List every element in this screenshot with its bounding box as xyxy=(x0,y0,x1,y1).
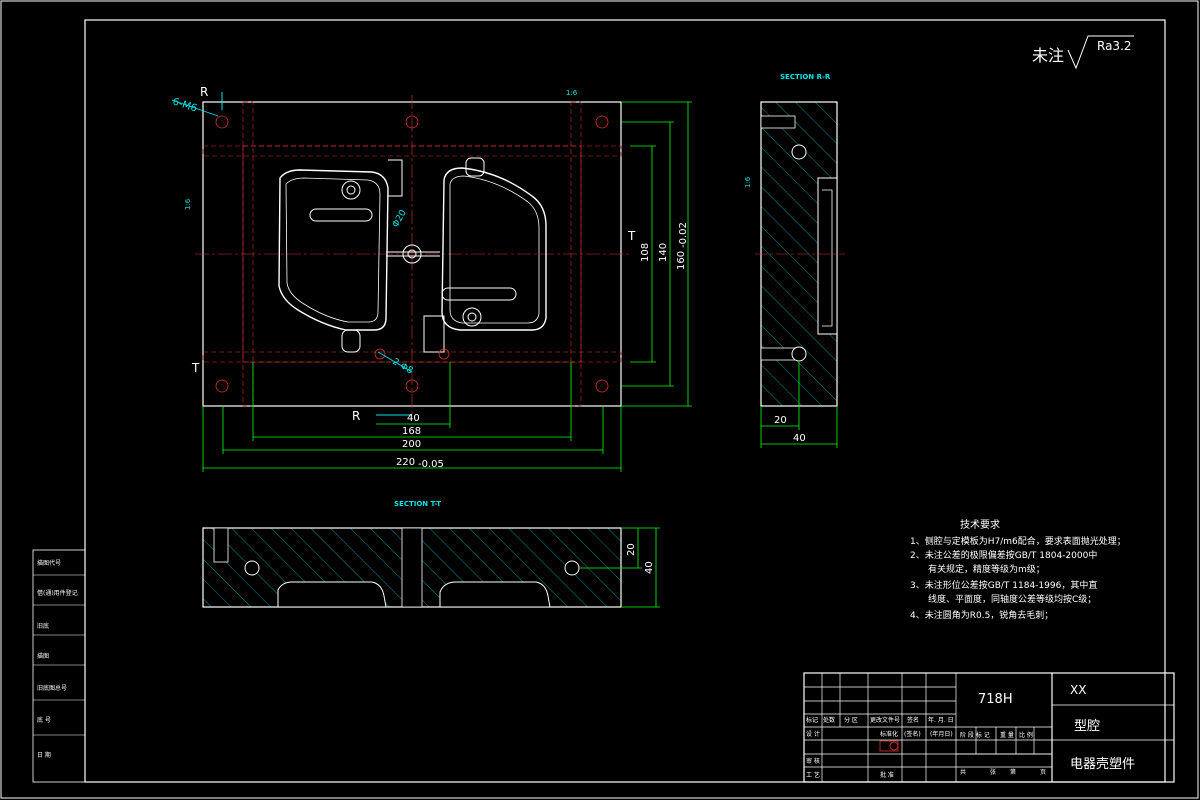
tb-company: XX xyxy=(1070,683,1086,697)
dim-40: 40 xyxy=(407,413,420,424)
tb-sheet: 共 xyxy=(960,768,966,776)
tb-signature: (签名) xyxy=(904,730,921,738)
strip-text: 日 期 xyxy=(37,751,51,759)
tb-sheet: 页 xyxy=(1040,769,1046,776)
note-item: 4、未注圆角为R0.5，锐角去毛刺； xyxy=(910,609,1053,621)
tb-row: 设 计 xyxy=(806,730,820,738)
notes-title: 技术要求 xyxy=(960,518,1000,531)
callout-holes: 6-M6 xyxy=(171,96,198,114)
surface-roughness-note: 未注 Ra3.2 xyxy=(1032,35,1134,70)
dim-140: 140 xyxy=(658,243,669,262)
dim-tt-20: 20 xyxy=(626,543,637,556)
section-rr-title: SECTION R-R xyxy=(780,73,831,81)
dim-tt-40: 40 xyxy=(644,561,655,574)
cavity-section xyxy=(817,177,838,335)
note-item: 2、未注公差的极限偏差按GB/T 1804-2000中 xyxy=(910,549,1097,561)
section-rr: SECTION R-R 20 40 1:6 xyxy=(744,73,845,448)
tb-header: 分 区 xyxy=(844,716,858,724)
technical-notes: 技术要求 1、侧腔与定模板为H7/m6配合，要求表面抛光处理； 2、未注公差的极… xyxy=(910,518,1126,621)
dim-168: 168 xyxy=(402,426,421,437)
callout-dia20: Φ20 xyxy=(391,208,409,229)
dim-160: 160 xyxy=(676,251,687,270)
tb-stage: 阶 段 标 记 xyxy=(960,731,990,739)
tb-material: 718H xyxy=(978,692,1013,707)
tb-part-name: 电器壳塑件 xyxy=(1070,757,1135,772)
surface-label: 未注 xyxy=(1032,46,1064,65)
dim-200: 200 xyxy=(402,439,421,450)
tb-sheet: 第 xyxy=(1010,768,1016,776)
tb-header: 更改文件号 xyxy=(870,716,900,724)
section-tt: SECTION T-T 20 40 xyxy=(202,500,660,608)
cavity-right xyxy=(441,167,547,331)
strip-text: 描图 xyxy=(37,652,49,660)
left-strip: 描图代号 借(通)用件登记 旧底 描图 旧底图总号 底 号 日 期 xyxy=(32,549,86,783)
cut-label-r-bottom: R xyxy=(352,409,360,423)
cavity-left xyxy=(278,169,389,331)
tb-row: 工 艺 xyxy=(806,771,820,779)
strip-text: 借(通)用件登记 xyxy=(37,589,78,597)
tb-date: (年月日) xyxy=(930,730,953,738)
cad-drawing-canvas: 描图代号 借(通)用件登记 旧底 描图 旧底图总号 底 号 日 期 未注 Ra3… xyxy=(0,0,1199,799)
note-item: 1、侧腔与定模板为H7/m6配合，要求表面抛光处理； xyxy=(910,535,1126,547)
dim-side-20: 20 xyxy=(774,415,787,426)
projection-symbol xyxy=(879,740,899,752)
strip-text: 底 号 xyxy=(37,716,51,724)
callout-slope: 1:6 xyxy=(566,89,578,97)
tb-header: 签名 xyxy=(907,716,919,724)
cavity-right-section xyxy=(439,581,551,608)
tb-weight: 重 量 xyxy=(1000,731,1014,739)
cavity-left-section xyxy=(277,581,387,608)
tb-part-type: 型腔 xyxy=(1074,719,1100,734)
tb-standard: 标准化 xyxy=(880,730,898,738)
dimension-lines xyxy=(202,101,692,472)
dim-side-40: 40 xyxy=(793,433,806,444)
note-item: 3、未注形位公差按GB/T 1184-1996，其中直 xyxy=(910,579,1097,591)
inner-frame xyxy=(84,19,1166,783)
tb-sheet: 张 xyxy=(990,768,996,776)
note-item: 线度、平面度，同轴度公差等级均按C级； xyxy=(928,593,1096,605)
dim-220: 220 xyxy=(396,457,415,468)
strip-text: 旧底图总号 xyxy=(37,684,67,692)
surface-value: Ra3.2 xyxy=(1097,39,1132,53)
dim-220-tol: -0.05 xyxy=(418,459,444,470)
outer-frame xyxy=(0,0,1199,799)
dim-160-tol: -0.02 xyxy=(678,222,689,248)
cut-label-t-left: T xyxy=(191,361,200,375)
callout-slope-side: 1:6 xyxy=(744,176,752,188)
tb-header: 处数 xyxy=(823,716,835,724)
top-view: R R T T 6-M6 Φ20 2-Φ8 1:6 1:6 xyxy=(171,85,692,472)
callout-slope-left: 1:6 xyxy=(184,198,192,210)
cut-label-r-top: R xyxy=(200,85,208,99)
section-tt-title: SECTION T-T xyxy=(394,500,441,508)
tb-approve: 批 准 xyxy=(880,771,894,779)
note-item: 有关规定，精度等级为m级； xyxy=(928,563,1045,575)
dim-108: 108 xyxy=(640,243,651,262)
strip-text: 描图代号 xyxy=(37,559,61,567)
tb-row: 审 核 xyxy=(806,757,820,765)
tb-header: 年. 月. 日 xyxy=(928,716,954,724)
tb-header: 标记 xyxy=(806,716,818,724)
cut-label-t-right: T xyxy=(627,229,636,243)
tb-scale: 比 例 xyxy=(1019,731,1033,739)
strip-text: 旧底 xyxy=(37,622,49,630)
